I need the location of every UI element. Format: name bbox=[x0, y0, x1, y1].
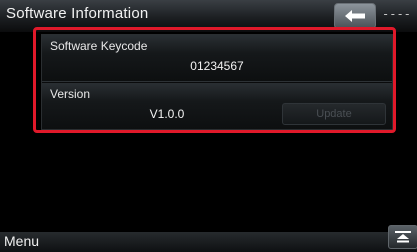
version-value: V1.0.0 bbox=[149, 107, 185, 121]
info-panel: Software Keycode 01234567 Version V1.0.0… bbox=[41, 34, 393, 130]
version-section: Version V1.0.0 Update bbox=[42, 83, 392, 129]
screen-toggle-button[interactable] bbox=[388, 225, 417, 249]
back-button[interactable] bbox=[334, 3, 376, 29]
back-arrow-icon bbox=[345, 10, 365, 22]
software-keycode-value: 01234567 bbox=[190, 59, 244, 73]
page-title: Software Information bbox=[6, 5, 149, 22]
bottom-bar bbox=[0, 232, 417, 252]
status-indicator: ---- bbox=[382, 7, 411, 21]
software-keycode-section: Software Keycode 01234567 bbox=[42, 35, 392, 82]
menu-button[interactable]: Menu bbox=[4, 233, 39, 249]
version-label: Version bbox=[50, 87, 91, 101]
screen-toggle-icon bbox=[395, 231, 411, 243]
title-bar: Software Information ---- bbox=[0, 0, 417, 32]
update-button[interactable]: Update bbox=[282, 103, 386, 125]
software-keycode-label: Software Keycode bbox=[50, 39, 148, 53]
